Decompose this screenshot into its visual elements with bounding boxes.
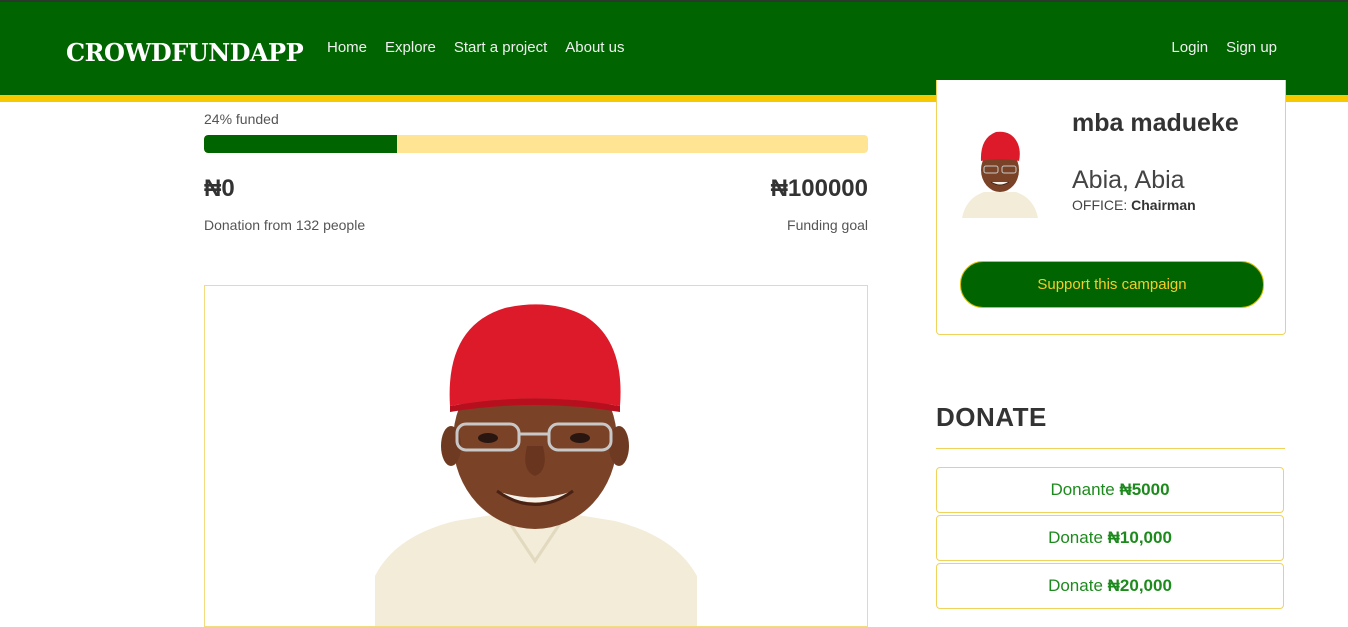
funding-goal-amount: ₦100000 [770,175,868,202]
office-value: Chairman [1131,197,1196,213]
nav-link-start-project[interactable]: Start a project [454,39,547,56]
office-label: OFFICE: [1072,197,1128,213]
donate-option-button[interactable]: Donate ₦10,000 [936,515,1284,561]
auth-nav: Login Sign up [1171,39,1277,56]
donate-divider [936,448,1285,449]
campaign-portrait-image [375,304,697,626]
signup-link[interactable]: Sign up [1226,39,1277,56]
nav-link-home[interactable]: Home [327,39,367,56]
campaigner-location: Abia, Abia [1072,166,1185,194]
donate-option-button[interactable]: Donante ₦5000 [936,467,1284,513]
funded-percentage: 24% funded [204,111,279,127]
nav-link-explore[interactable]: Explore [385,39,436,56]
donate-option-amount: ₦20,000 [1107,576,1172,595]
main-nav: Home Explore Start a project About us [327,39,624,56]
campaigner-name: mba madueke [1072,109,1239,137]
donate-option-prefix: Donate [1048,576,1103,595]
funding-goal-label: Funding goal [787,217,868,233]
donate-option-amount: ₦5000 [1119,480,1170,499]
donate-option-prefix: Donate [1048,528,1103,547]
donate-option-prefix: Donante [1050,480,1115,499]
campaigner-avatar [960,126,1040,218]
campaigner-office: OFFICE: Chairman [1072,197,1196,213]
donate-option-amount: ₦10,000 [1107,528,1172,547]
donate-option-button[interactable]: Donate ₦20,000 [936,563,1284,609]
brand-logo[interactable]: CROWDFUNDAPP [66,38,304,67]
donate-heading: DONATE [936,402,1047,432]
support-campaign-button[interactable]: Support this campaign [960,261,1264,308]
campaigner-profile-card: mba madueke Abia, Abia OFFICE: Chairman … [936,80,1286,335]
login-link[interactable]: Login [1171,39,1208,56]
amount-raised: ₦0 [204,175,235,202]
navbar-top-border [0,0,1348,2]
campaign-photo [204,285,868,627]
funding-progress-bar [204,135,868,153]
donor-count: Donation from 132 people [204,217,366,233]
funding-progress-fill [204,135,397,153]
nav-link-about[interactable]: About us [565,39,624,56]
